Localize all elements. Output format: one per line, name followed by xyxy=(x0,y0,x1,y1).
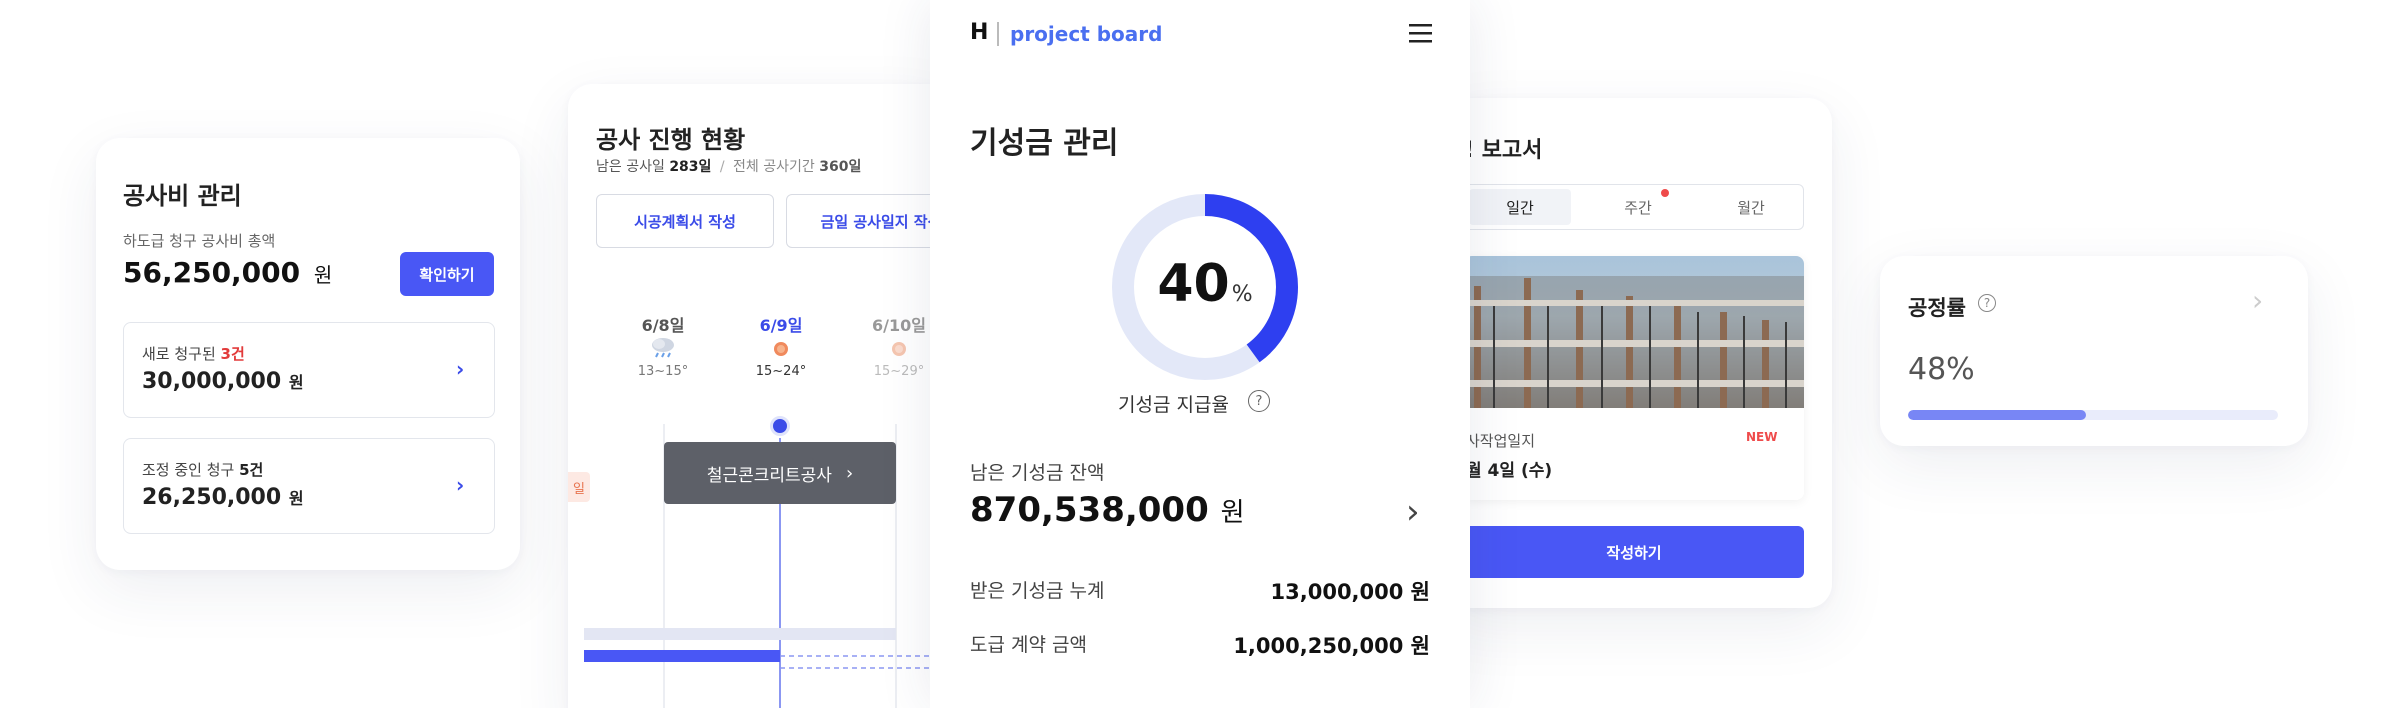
report-item-info: 사작업일지 월 4일 (수) NEW xyxy=(1464,408,1804,500)
adjusting-claims-amount: 26,250,000 원 xyxy=(142,485,304,510)
new-claims-box[interactable]: 새로 청구된 3건 30,000,000 원 › xyxy=(123,322,495,418)
report-tabs: 일간 주간 월간 xyxy=(1464,184,1804,230)
adjusting-claims-label: 조정 중인 청구 5건 xyxy=(142,459,263,480)
phone-screen: H project board 기성금 관리 40% 기성금 지급율 ? 남은 … xyxy=(930,0,1470,708)
adjusting-claims-count: 5건 xyxy=(239,461,264,479)
adjusting-claims-label-text: 조정 중인 청구 xyxy=(142,461,240,479)
total-period-value: 360일 xyxy=(819,159,862,175)
process-rate-value: 48% xyxy=(1908,352,1975,387)
help-icon[interactable]: ? xyxy=(1248,390,1270,412)
report-item-card[interactable]: 사작업일지 월 4일 (수) NEW xyxy=(1464,256,1804,500)
days-separator: / xyxy=(719,159,725,175)
new-claims-unit: 원 xyxy=(288,373,304,392)
chevron-right-icon[interactable]: › xyxy=(1406,492,1420,532)
brand-logo-letter: H xyxy=(970,20,989,45)
progress-donut: 40% xyxy=(1110,192,1300,382)
brand-name: project board xyxy=(1010,22,1163,46)
day-temp: 13~15° xyxy=(637,364,689,379)
brand-divider xyxy=(997,22,999,46)
day-temp: 15~24° xyxy=(755,364,807,379)
cost-card-title: 공사비 관리 xyxy=(123,182,242,210)
cost-management-card: 공사비 관리 하도급 청구 공사비 총액 56,250,000 원 확인하기 새… xyxy=(96,138,520,570)
remaining-days-label: 남은 공사일 xyxy=(596,159,665,175)
total-claim-value: 56,250,000 xyxy=(123,256,301,289)
phone-page-title: 기성금 관리 xyxy=(970,126,1119,161)
progress-card-title: 공사 진행 현황 xyxy=(596,126,746,154)
tab-daily[interactable]: 일간 xyxy=(1469,189,1571,225)
total-claim-unit: 원 xyxy=(313,263,333,287)
total-claim-amount: 56,250,000 원 xyxy=(123,256,332,289)
contract-amount-label: 도급 계약 금액 xyxy=(970,634,1087,656)
adjusting-claims-unit: 원 xyxy=(288,489,304,508)
remaining-days-line: 남은 공사일 283일 / 전체 공사기간 360일 xyxy=(596,156,861,176)
remaining-balance-label: 남은 기성금 잔액 xyxy=(970,462,1105,484)
new-claims-label: 새로 청구된 3건 xyxy=(142,343,245,364)
process-rate-title: 공정률 xyxy=(1908,296,1966,320)
remaining-balance-value: 870,538,000 xyxy=(970,490,1209,530)
tab-weekly[interactable]: 주간 xyxy=(1587,189,1689,225)
report-item-title: 사작업일지 xyxy=(1466,432,1536,450)
new-claims-count: 3건 xyxy=(220,345,245,363)
day-date: 6/9일 xyxy=(759,316,803,335)
new-badge: NEW xyxy=(1746,430,1778,444)
day-date: 6/8일 xyxy=(641,316,685,335)
process-rate-card: 공정률 ? › 48% xyxy=(1880,256,2308,446)
tab-monthly[interactable]: 월간 xyxy=(1701,189,1801,225)
process-rate-bar xyxy=(1908,410,2278,420)
report-card-title: ! 보고서 xyxy=(1464,138,1543,163)
task-tooltip[interactable]: 철근콘크리트공사 › xyxy=(664,442,896,504)
report-item-date: 월 4일 (수) xyxy=(1466,461,1553,481)
chevron-right-icon: › xyxy=(456,473,465,497)
remaining-balance-unit: 원 xyxy=(1220,498,1245,528)
new-claims-amount-value: 30,000,000 xyxy=(142,369,282,394)
adjusting-claims-box[interactable]: 조정 중인 청구 5건 26,250,000 원 › xyxy=(123,438,495,534)
received-total-amount: 13,000,000 원 xyxy=(1270,580,1430,604)
rate-label: 기성금 지급율 xyxy=(1118,394,1229,416)
remaining-balance-amount: 870,538,000 원 xyxy=(970,490,1245,530)
task-tag: 일 xyxy=(568,472,590,502)
remaining-days-value: 283일 xyxy=(669,159,712,175)
process-rate-fill xyxy=(1908,410,2086,420)
received-total-label: 받은 기성금 누계 xyxy=(970,580,1105,602)
donut-center-text: 40% xyxy=(1110,254,1300,314)
sun-icon xyxy=(773,341,789,361)
new-claims-amount: 30,000,000 원 xyxy=(142,369,304,394)
new-claims-label-text: 새로 청구된 xyxy=(142,345,221,363)
today-marker xyxy=(770,416,790,436)
contract-amount-value: 1,000,250,000 원 xyxy=(1233,634,1430,658)
chevron-right-icon: › xyxy=(456,357,465,381)
chevron-right-icon[interactable]: › xyxy=(2252,284,2263,317)
report-card: ! 보고서 일간 주간 월간 사작업일지 월 4일 (수) NEW 작성하기 xyxy=(1440,98,1832,608)
progress-card: 공사 진행 현황 남은 공사일 283일 / 전체 공사기간 360일 시공계획… xyxy=(568,84,948,708)
construction-photo xyxy=(1464,256,1804,408)
sun-icon xyxy=(891,341,907,361)
donut-percent-sign: % xyxy=(1231,282,1253,307)
adjusting-claims-amount-value: 26,250,000 xyxy=(142,485,282,510)
notification-dot xyxy=(1661,189,1669,197)
donut-percent-value: 40 xyxy=(1157,254,1230,314)
task-tooltip-label: 철근콘크리트공사 xyxy=(706,465,832,486)
cloud-rain-icon xyxy=(650,336,676,358)
confirm-button[interactable]: 확인하기 xyxy=(400,252,494,296)
chevron-right-icon: › xyxy=(845,462,854,484)
daily-log-button[interactable]: 금일 공사일지 작성 xyxy=(786,194,948,248)
total-claim-label: 하도급 청구 공사비 총액 xyxy=(123,232,276,250)
hamburger-menu-icon[interactable] xyxy=(1408,22,1434,44)
total-period-label: 전체 공사기간 xyxy=(733,159,815,175)
help-icon[interactable]: ? xyxy=(1978,294,1996,312)
construction-plan-button[interactable]: 시공계획서 작성 xyxy=(596,194,774,248)
write-report-button[interactable]: 작성하기 xyxy=(1464,526,1804,578)
